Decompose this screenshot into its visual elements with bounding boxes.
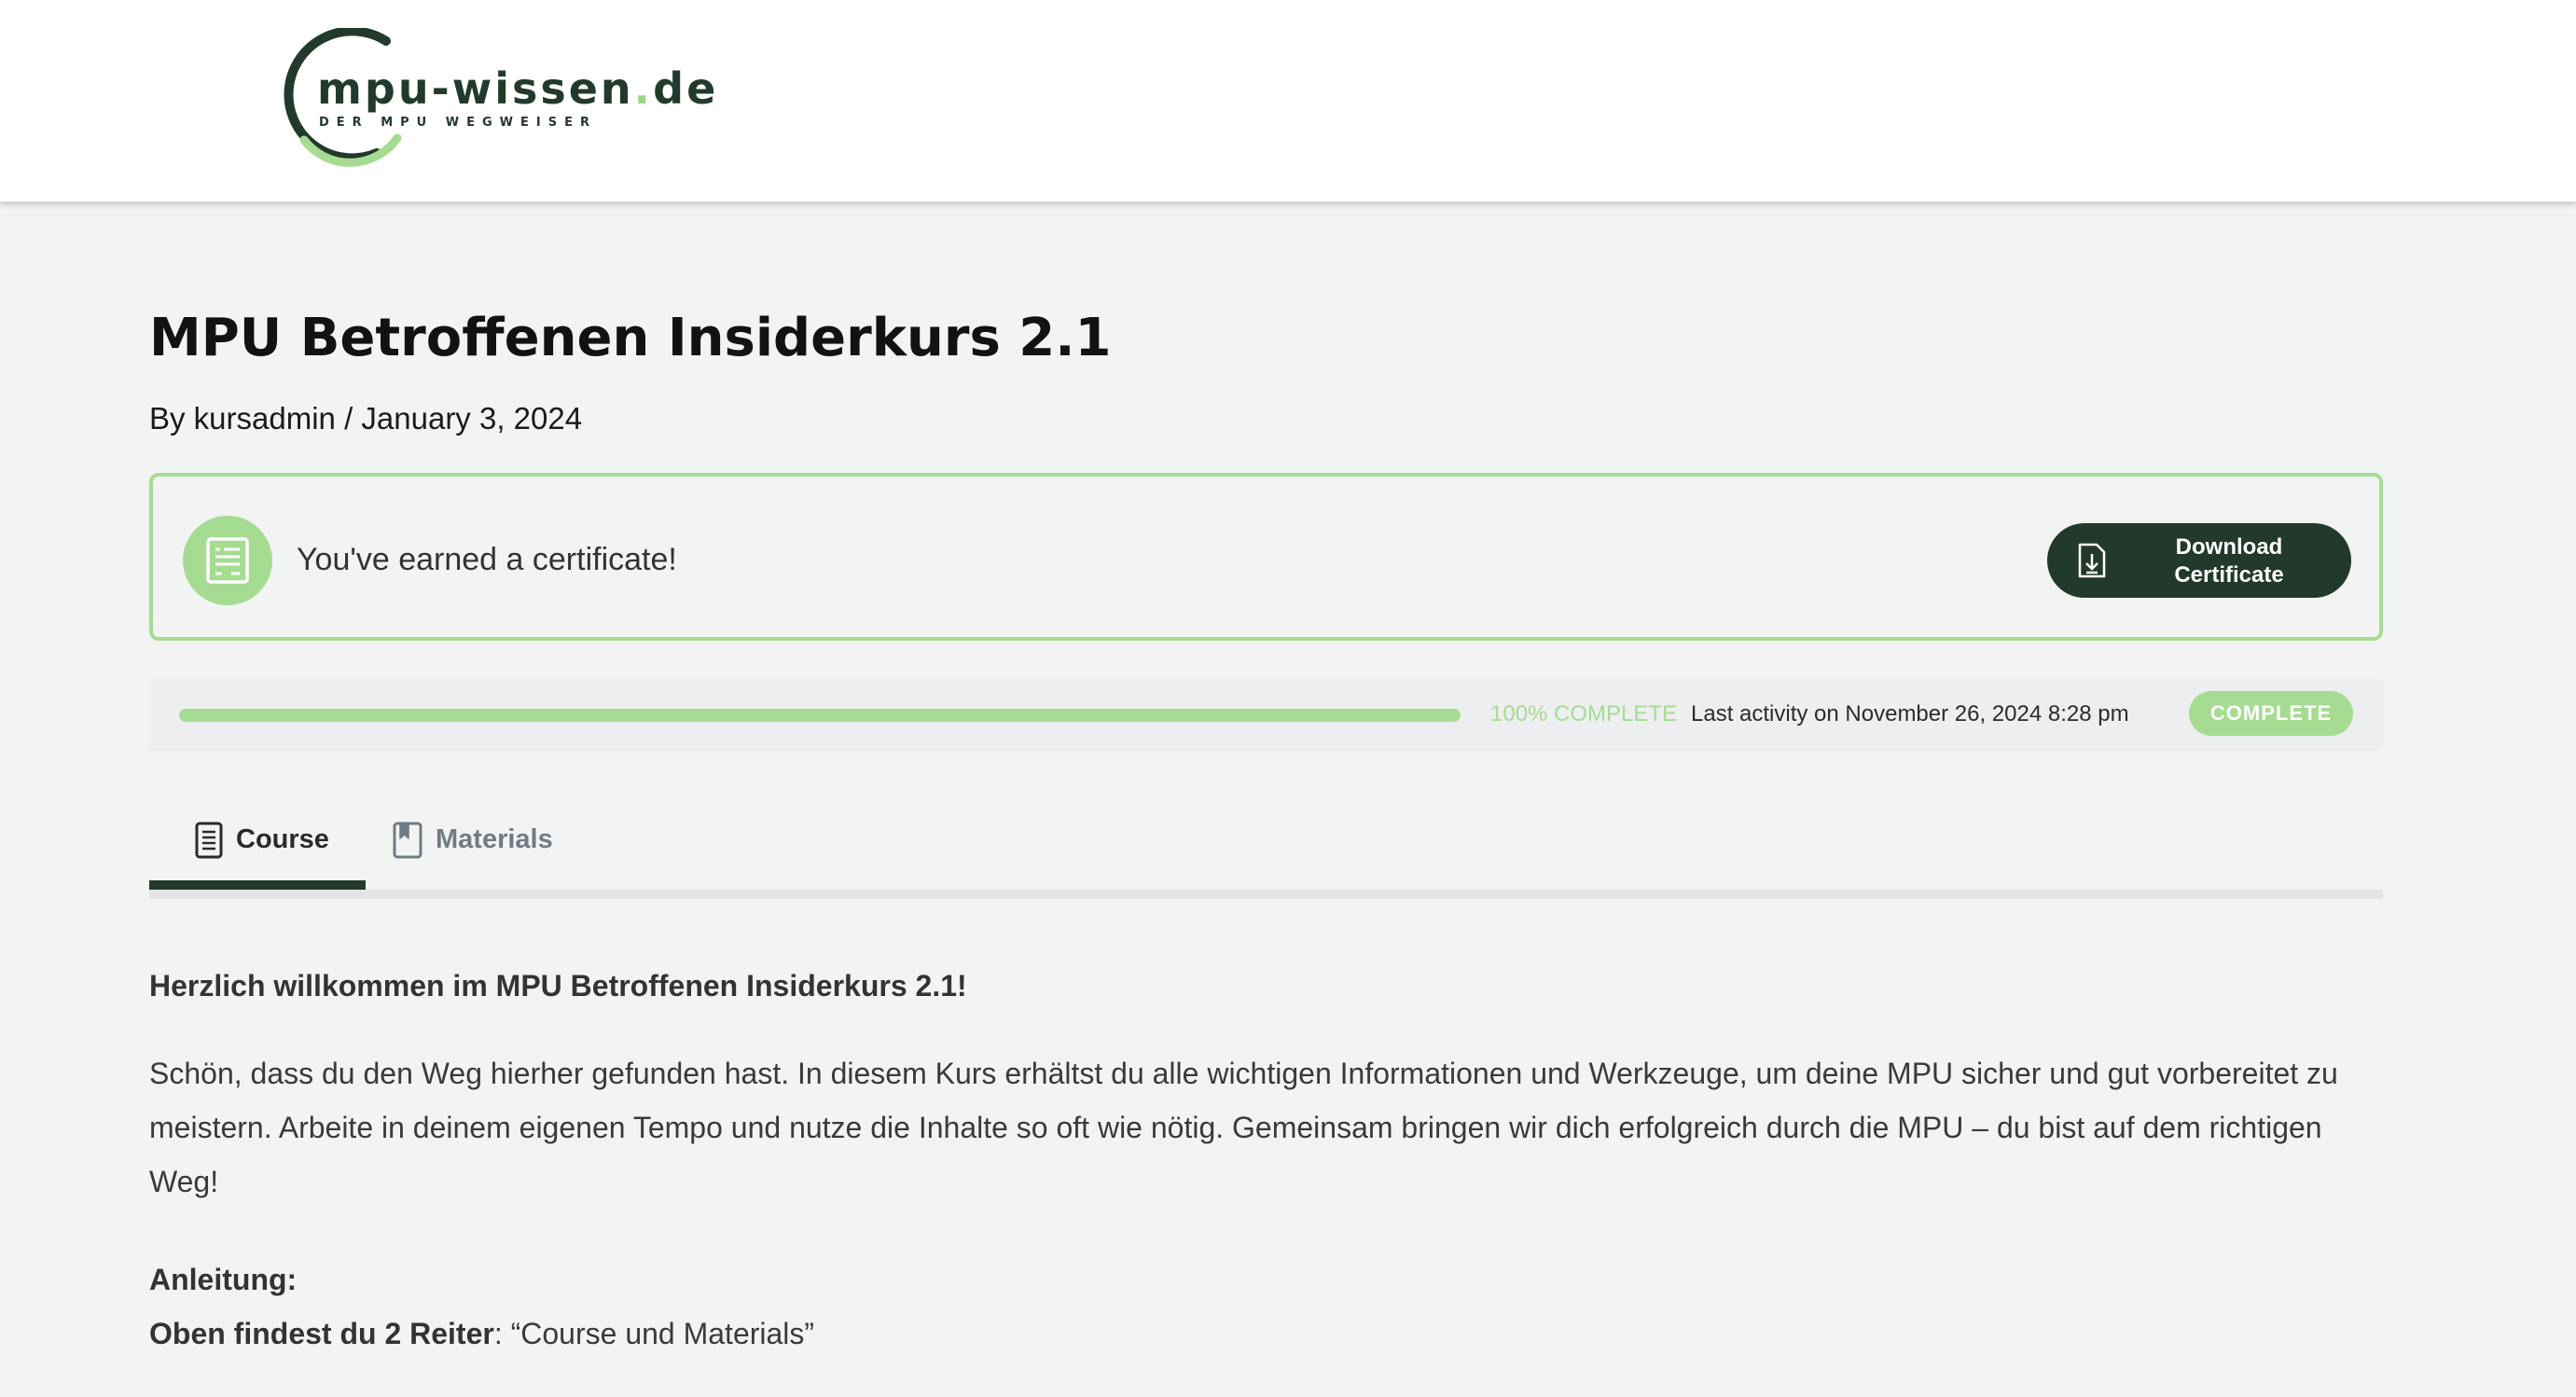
certificate-message: You've earned a certificate! [297, 542, 677, 577]
logo-wordmark: mpu-wissen.de [317, 63, 719, 114]
progress-percent: 100% COMPLETE [1490, 701, 1678, 726]
download-certificate-label: Download Certificate [2174, 534, 2284, 588]
logo-tagline: DER MPU WEGWEISER [319, 116, 597, 130]
instructions-tabs-bold: Oben findest du 2 Reiter [149, 1317, 494, 1350]
certificate-banner: You've earned a certificate! Download Ce… [149, 473, 2383, 641]
progress-track [179, 709, 1461, 722]
download-file-icon [2078, 543, 2106, 578]
status-badge: COMPLETE [2189, 691, 2353, 736]
tab-materials-label: Materials [436, 824, 553, 854]
welcome-heading: Herzlich willkommen im MPU Betroffenen I… [149, 969, 967, 1003]
course-content: Herzlich willkommen im MPU Betroffenen I… [149, 966, 2383, 1350]
site-logo[interactable]: mpu-wissen.de DER MPU WEGWEISER [276, 28, 715, 168]
course-title: MPU Betroffenen Insiderkurs 2.1 [149, 308, 1112, 368]
course-progress: 100% COMPLETE Last activity on November … [149, 678, 2383, 751]
course-tabs: Course Materials [149, 804, 2383, 899]
site-header: mpu-wissen.de DER MPU WEGWEISER [0, 0, 2576, 202]
tab-course[interactable]: Course [149, 804, 366, 890]
course-meta: By kursadmin / January 3, 2024 [149, 401, 583, 436]
document-icon [195, 822, 223, 859]
instructions-tabs-rest: : “Course und Materials” [493, 1317, 815, 1350]
download-certificate-button[interactable]: Download Certificate [2047, 523, 2351, 598]
progress-fill [179, 709, 1461, 722]
intro-paragraph: Schön, dass du den Weg hierher gefunden … [149, 1057, 2338, 1198]
instructions-tabs-line: Oben findest du 2 Reiter: “Course und Ma… [149, 1317, 814, 1351]
certificate-icon [183, 516, 272, 605]
tab-course-label: Course [236, 824, 329, 854]
last-activity: Last activity on November 26, 2024 8:28 … [1691, 701, 2129, 726]
tabs-divider [149, 890, 2383, 899]
tab-materials[interactable]: Materials [366, 804, 571, 890]
instructions-heading: Anleitung: [149, 1263, 298, 1296]
bookmark-icon [393, 822, 422, 859]
active-tab-indicator [149, 880, 366, 890]
